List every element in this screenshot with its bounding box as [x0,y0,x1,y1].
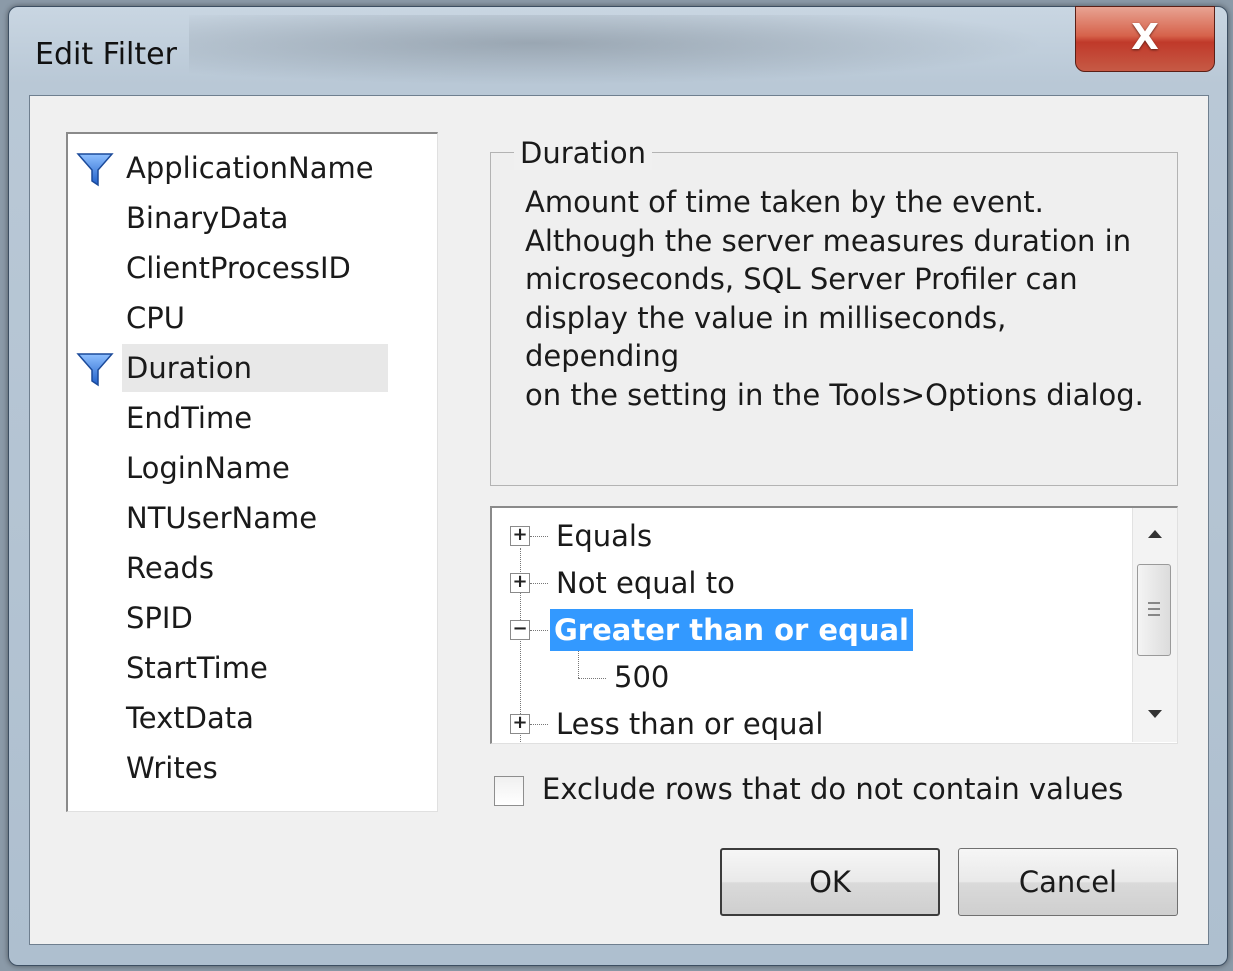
tree-node-less-than-or-equal[interactable]: Less than or equal [552,703,827,743]
collapse-greater-equal-icon[interactable]: − [510,620,530,640]
column-item-label: Duration [126,351,252,385]
column-item-applicationname[interactable]: ApplicationName [122,144,378,192]
tree-connector [530,724,548,725]
tree-node-greater-than-or-equal[interactable]: Greater than or equal [550,609,913,651]
column-item-writes[interactable]: Writes [122,744,222,792]
expand-equals-icon[interactable]: + [510,526,530,546]
column-item-cpu[interactable]: CPU [122,294,189,342]
column-item-label: Reads [126,551,214,585]
scroll-thumb[interactable] [1137,564,1171,656]
tree-node-not-equal-to[interactable]: Not equal to [552,562,739,604]
column-item-duration[interactable]: Duration [122,344,388,392]
dialog-body: ApplicationName BinaryData ClientProcess… [29,95,1209,945]
description-line: on the setting in the Tools>Options dial… [525,377,1144,412]
column-item-label: NTUserName [126,501,318,535]
column-item-starttime[interactable]: StartTime [122,644,272,692]
column-item-endtime[interactable]: EndTime [122,394,256,442]
exclude-rows-label[interactable]: Exclude rows that do not contain values [542,772,1123,806]
column-item-loginname[interactable]: LoginName [122,444,294,492]
column-item-label: Writes [126,751,218,785]
column-item-textdata[interactable]: TextData [122,694,258,742]
column-item-label: TextData [126,701,254,735]
tree-connector [530,630,548,631]
description-text: Amount of time taken by the event. Altho… [525,183,1165,414]
column-item-label: StartTime [126,651,268,685]
close-icon: X [1131,17,1159,58]
scroll-up-icon[interactable] [1133,514,1177,554]
condition-tree[interactable]: + Equals + Not equal to − Greater than o… [490,506,1178,744]
tree-connector [530,536,548,537]
column-list[interactable]: ApplicationName BinaryData ClientProcess… [66,132,438,812]
column-item-label: LoginName [126,451,290,485]
column-item-label: SPID [126,601,193,635]
grip-icon [1148,602,1160,616]
column-item-label: ClientProcessID [126,251,351,285]
tree-connector [578,678,606,679]
titlebar-background [189,15,1049,85]
description-line: Amount of time taken by the event. [525,185,1044,219]
tree-connector [578,650,579,678]
expand-not-equal-icon[interactable]: + [510,573,530,593]
column-item-label: BinaryData [126,201,289,235]
column-item-spid[interactable]: SPID [122,594,197,642]
column-item-label: EndTime [126,401,253,435]
column-item-binarydata[interactable]: BinaryData [122,194,292,242]
scroll-down-icon[interactable] [1133,694,1177,734]
edit-filter-dialog: Edit Filter X ApplicationName BinaryData… [8,6,1228,966]
filter-icon [76,353,114,387]
column-item-label: CPU [126,301,185,335]
description-line: microseconds, SQL Server Profiler can [525,262,1078,296]
tree-scrollbar[interactable] [1132,508,1177,742]
column-item-clientprocessid[interactable]: ClientProcessID [122,244,355,292]
description-line: Although the server measures duration in [525,223,1132,258]
description-line: display the value in milliseconds, depen… [525,300,1007,374]
close-button[interactable]: X [1075,6,1215,72]
description-heading: Duration [514,136,652,170]
expand-less-equal-icon[interactable]: + [510,714,530,734]
description-group: Amount of time taken by the event. Altho… [490,152,1178,486]
tree-connector [530,583,548,584]
filter-icon [76,153,114,187]
ok-button[interactable]: OK [720,848,940,916]
tree-node-equals[interactable]: Equals [552,515,656,557]
column-item-reads[interactable]: Reads [122,544,218,592]
tree-node-value[interactable]: 500 [610,656,673,698]
cancel-button[interactable]: Cancel [958,848,1178,916]
dialog-title: Edit Filter [35,37,177,72]
exclude-rows-checkbox[interactable] [494,776,524,806]
column-item-ntusername[interactable]: NTUserName [122,494,321,542]
column-item-label: ApplicationName [126,151,374,185]
